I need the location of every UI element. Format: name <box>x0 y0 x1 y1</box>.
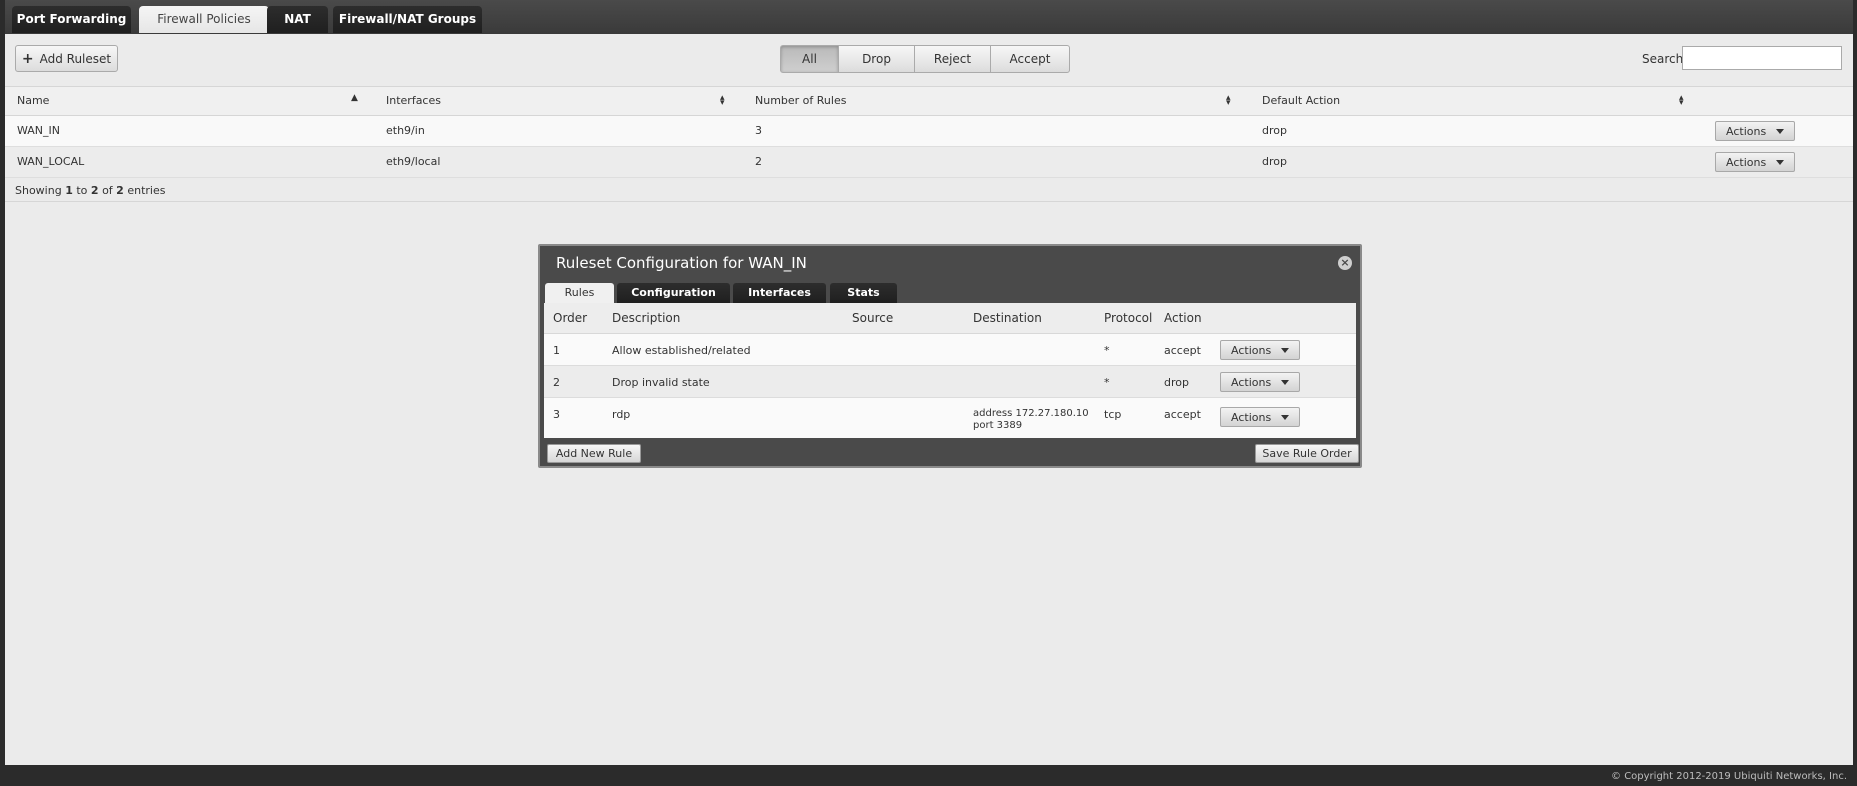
caret-down-icon <box>1281 415 1289 420</box>
rule-action: accept <box>1164 408 1201 421</box>
rule-row[interactable]: 3 rdp address 172.27.180.10 port 3389 tc… <box>544 398 1356 438</box>
info-of-word: of <box>102 184 113 197</box>
dialog-tab-rules[interactable]: Rules <box>545 283 614 303</box>
column-destination: Destination <box>973 311 1042 325</box>
column-protocol: Protocol <box>1104 311 1153 325</box>
rule-description: Drop invalid state <box>612 376 710 389</box>
divider <box>5 201 1853 202</box>
rule-protocol: tcp <box>1104 408 1122 421</box>
table-row[interactable]: WAN_IN eth9/in 3 drop Actions <box>5 116 1853 147</box>
caret-down-icon <box>1281 380 1289 385</box>
column-description: Description <box>612 311 681 325</box>
add-ruleset-label: Add Ruleset <box>39 51 112 66</box>
rule-protocol: * <box>1104 344 1110 357</box>
rule-order: 2 <box>553 376 560 389</box>
rule-action: accept <box>1164 344 1201 357</box>
close-icon[interactable]: × <box>1338 256 1352 270</box>
rules-table-header: Order Description Source Destination Pro… <box>544 303 1356 334</box>
filter-accept-button[interactable]: Accept <box>990 45 1070 73</box>
sort-icon[interactable]: ▴ ▾ <box>1679 94 1687 108</box>
ruleset-config-dialog: Ruleset Configuration for WAN_IN × Rules… <box>538 244 1362 468</box>
rule-order: 1 <box>553 344 560 357</box>
actions-dropdown-button[interactable]: Actions <box>1715 152 1795 172</box>
caret-down-icon <box>1776 160 1784 165</box>
ruleset-interfaces: eth9/local <box>386 155 441 168</box>
column-default-action[interactable]: Default Action <box>1262 87 1340 115</box>
save-rule-order-button[interactable]: Save Rule Order <box>1255 444 1359 463</box>
actions-label: Actions <box>1231 375 1272 389</box>
sort-icon[interactable]: ▴ ▾ <box>1226 94 1234 108</box>
ruleset-default-action: drop <box>1262 124 1287 137</box>
actions-label: Actions <box>1726 124 1767 138</box>
info-total: 2 <box>116 184 124 197</box>
actions-label: Actions <box>1231 410 1272 424</box>
info-suffix: entries <box>127 184 166 197</box>
dialog-tab-configuration[interactable]: Configuration <box>617 283 730 303</box>
dialog-footer: Add New Rule Save Rule Order <box>544 438 1359 466</box>
rule-row[interactable]: 1 Allow established/related * accept Act… <box>544 334 1356 366</box>
search-label: Search <box>1642 52 1684 66</box>
column-source: Source <box>852 311 894 325</box>
column-action: Action <box>1164 311 1202 325</box>
rule-description: Allow established/related <box>612 344 751 357</box>
filter-drop-button[interactable]: Drop <box>838 45 915 73</box>
rule-destination-port: port 3389 <box>973 420 1023 431</box>
caret-down-icon <box>1776 129 1784 134</box>
actions-dropdown-button[interactable]: Actions <box>1715 121 1795 141</box>
add-ruleset-button[interactable]: + Add Ruleset <box>15 45 118 72</box>
column-name[interactable]: Name <box>17 87 49 115</box>
top-tab-bar: Port Forwarding Firewall Policies NAT Fi… <box>5 0 1853 34</box>
tab-nat[interactable]: NAT <box>267 6 328 33</box>
rule-actions-dropdown-button[interactable]: Actions <box>1220 372 1300 392</box>
rule-destination-address: address 172.27.180.10 <box>973 408 1089 419</box>
add-new-rule-button[interactable]: Add New Rule <box>547 444 641 463</box>
rule-description: rdp <box>612 408 631 421</box>
rule-action: drop <box>1164 376 1189 389</box>
table-info: Showing 1 to 2 of 2 entries <box>15 184 165 197</box>
ruleset-interfaces: eth9/in <box>386 124 425 137</box>
filter-all-button[interactable]: All <box>780 45 839 73</box>
table-row[interactable]: WAN_LOCAL eth9/local 2 drop Actions <box>5 147 1853 178</box>
tab-firewall-nat-groups[interactable]: Firewall/NAT Groups <box>333 6 482 33</box>
info-from: 1 <box>65 184 73 197</box>
ruleset-name: WAN_LOCAL <box>17 155 85 168</box>
sort-icon[interactable]: ▴ ▾ <box>720 94 728 108</box>
dialog-title: Ruleset Configuration for WAN_IN <box>556 254 807 272</box>
app-frame: Port Forwarding Firewall Policies NAT Fi… <box>5 0 1853 765</box>
rule-order: 3 <box>553 408 560 421</box>
plus-icon: + <box>21 50 34 67</box>
column-interfaces[interactable]: Interfaces <box>386 87 441 115</box>
copyright-text: © Copyright 2012-2019 Ubiquiti Networks,… <box>1611 771 1847 782</box>
actions-label: Actions <box>1231 343 1272 357</box>
sort-ascending-icon[interactable]: ▲ <box>351 94 359 106</box>
dialog-tab-interfaces[interactable]: Interfaces <box>733 283 826 303</box>
filter-reject-button[interactable]: Reject <box>914 45 991 73</box>
rule-actions-dropdown-button[interactable]: Actions <box>1220 407 1300 427</box>
rules-table: Order Description Source Destination Pro… <box>544 303 1356 438</box>
rule-protocol: * <box>1104 376 1110 389</box>
rulesets-table-header: Name ▲ Interfaces ▴ ▾ Number of Rules ▴ ▾ … <box>5 86 1853 116</box>
ruleset-name: WAN_IN <box>17 124 61 137</box>
ruleset-rule-count: 3 <box>755 124 762 137</box>
column-order: Order <box>553 311 588 325</box>
dialog-tab-stats[interactable]: Stats <box>830 283 897 303</box>
caret-down-icon <box>1281 348 1289 353</box>
info-prefix: Showing <box>15 184 62 197</box>
info-to: 2 <box>90 184 99 197</box>
tab-firewall-policies[interactable]: Firewall Policies <box>139 6 269 33</box>
rule-row[interactable]: 2 Drop invalid state * drop Actions <box>544 366 1356 398</box>
ruleset-default-action: drop <box>1262 155 1287 168</box>
actions-label: Actions <box>1726 155 1767 169</box>
column-number-of-rules[interactable]: Number of Rules <box>755 87 846 115</box>
rule-actions-dropdown-button[interactable]: Actions <box>1220 340 1300 360</box>
tab-port-forwarding[interactable]: Port Forwarding <box>12 6 131 33</box>
ruleset-rule-count: 2 <box>755 155 762 168</box>
info-to-word: to <box>76 184 88 197</box>
search-input[interactable] <box>1682 46 1842 70</box>
